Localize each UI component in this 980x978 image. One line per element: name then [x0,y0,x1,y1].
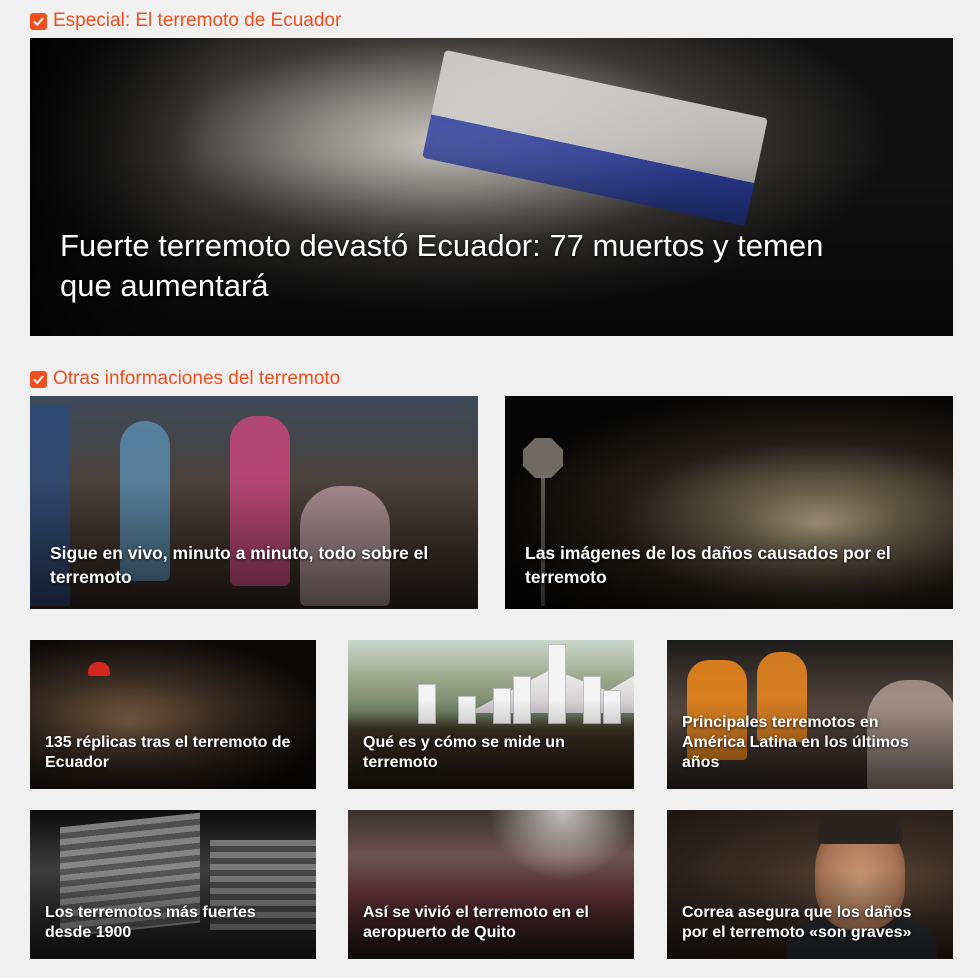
section-title: Otras informaciones del terremoto [53,368,341,389]
article-headline[interactable]: 135 réplicas tras el terremoto de Ecuado… [45,733,296,773]
article-card-measure[interactable]: Qué es y cómo se mide un terremoto [348,640,634,789]
article-card-latin-america[interactable]: Principales terremotos en América Latina… [667,640,953,789]
article-headline[interactable]: Correa asegura que los daños por el terr… [682,903,933,943]
checkbox-checked-icon [30,12,47,30]
hero-article-card[interactable]: Fuerte terremoto devastó Ecuador: 77 mue… [30,38,953,336]
article-headline[interactable]: Así se vivió el terremoto en el aeropuer… [363,903,614,943]
checkbox-checked-icon [30,370,47,388]
article-card-correa[interactable]: Correa asegura que los daños por el terr… [667,810,953,959]
article-headline[interactable]: Principales terremotos en América Latina… [682,713,933,773]
article-card-replicas[interactable]: 135 réplicas tras el terremoto de Ecuado… [30,640,316,789]
article-card-airport[interactable]: Así se vivió el terremoto en el aeropuer… [348,810,634,959]
article-card-live[interactable]: Sigue en vivo, minuto a minuto, todo sob… [30,396,478,609]
section-title: Especial: El terremoto de Ecuador [53,10,342,31]
article-headline[interactable]: Las imágenes de los daños causados por e… [525,541,913,589]
article-headline[interactable]: Los terremotos más fuertes desde 1900 [45,903,296,943]
hero-headline[interactable]: Fuerte terremoto devastó Ecuador: 77 mue… [60,226,873,306]
section-header-special: Especial: El terremoto de Ecuador [30,10,341,32]
article-card-strongest[interactable]: Los terremotos más fuertes desde 1900 [30,810,316,959]
article-headline[interactable]: Qué es y cómo se mide un terremoto [363,733,614,773]
article-card-damage-images[interactable]: Las imágenes de los daños causados por e… [505,396,953,609]
section-header-others: Otras informaciones del terremoto [30,368,340,390]
article-headline[interactable]: Sigue en vivo, minuto a minuto, todo sob… [50,541,438,589]
